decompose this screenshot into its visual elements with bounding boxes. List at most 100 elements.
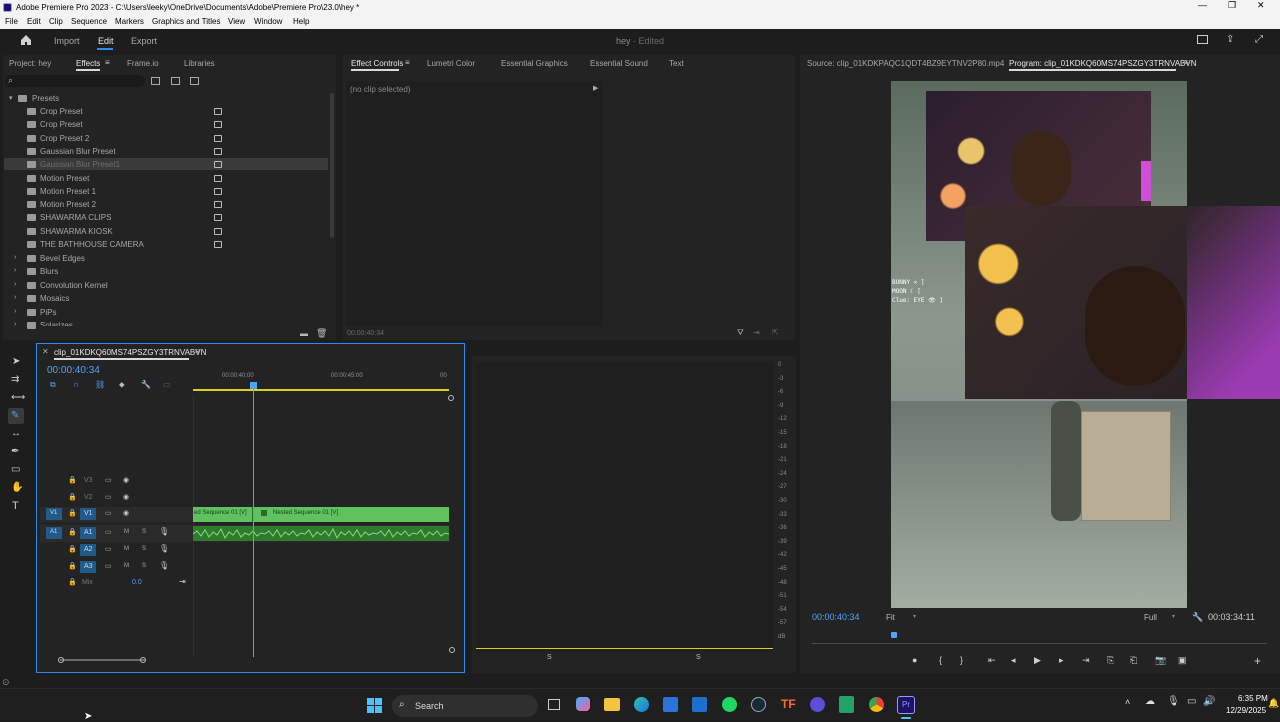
- lift-icon[interactable]: ⎘: [1107, 655, 1114, 666]
- lock-icon[interactable]: 🔒: [68, 476, 77, 484]
- trash-icon[interactable]: 🗑: [316, 328, 327, 339]
- lock-icon[interactable]: 🔒: [68, 493, 77, 501]
- comparison-view-icon[interactable]: ▣: [1178, 655, 1187, 666]
- step-back-icon[interactable]: ◂: [1011, 655, 1016, 666]
- go-to-out-icon[interactable]: ⇥: [1082, 655, 1090, 666]
- timeline-close-icon[interactable]: ✕: [42, 347, 49, 356]
- tab-effect-controls[interactable]: Effect Controls: [351, 59, 403, 68]
- premiere-taskbar-icon[interactable]: Pr: [897, 696, 915, 714]
- vertical-zoom-handle[interactable]: [449, 647, 455, 653]
- slip-tool-icon[interactable]: ↔: [11, 428, 21, 439]
- chrome-icon[interactable]: [869, 697, 884, 712]
- file-explorer-icon[interactable]: [604, 698, 620, 711]
- preset-item[interactable]: Crop Preset 2: [40, 134, 89, 143]
- solo-button[interactable]: S: [142, 563, 146, 569]
- track-label-v1[interactable]: V1: [84, 510, 93, 517]
- lock-icon[interactable]: 🔒: [68, 509, 77, 517]
- preset-item[interactable]: Gaussian Blur Preset1: [40, 160, 120, 169]
- mute-button[interactable]: M: [124, 546, 129, 552]
- lock-icon[interactable]: 🔒: [68, 545, 77, 553]
- track-label-a3[interactable]: A3: [84, 563, 93, 570]
- razor-tool-icon[interactable]: ✎: [11, 410, 19, 421]
- effect-folder-item[interactable]: Solarizes: [40, 321, 73, 326]
- timeline-zoom-scrollbar[interactable]: [60, 659, 145, 661]
- volume-icon[interactable]: 🔊: [1203, 696, 1215, 707]
- close-button[interactable]: ✕: [1257, 0, 1265, 11]
- mark-out-icon[interactable]: }: [960, 655, 963, 665]
- tab-essential-graphics[interactable]: Essential Graphics: [501, 59, 568, 68]
- microphone-icon[interactable]: 🎙: [159, 544, 169, 553]
- timeline-playhead-head[interactable]: [250, 382, 257, 389]
- pen-tool-icon[interactable]: ✒: [11, 446, 19, 457]
- notification-bell-icon[interactable]: 🔔: [1268, 698, 1279, 709]
- program-timecode[interactable]: 00:00:40:34: [812, 612, 860, 622]
- timeline-tab[interactable]: clip_01KDKQ60MS74PSZGY3TRNVABVN: [54, 348, 206, 357]
- taskbar-search[interactable]: ⌕ Search: [392, 695, 538, 717]
- program-scrub-bar[interactable]: [812, 643, 1267, 644]
- zoom-handle-right[interactable]: [140, 657, 146, 663]
- sync-icon[interactable]: ▭: [105, 509, 112, 517]
- copilot-icon[interactable]: [576, 697, 590, 711]
- tab-lumetri[interactable]: Lumetri Color: [427, 59, 475, 68]
- linked-selection-icon[interactable]: ⛓: [95, 380, 105, 389]
- eye-icon[interactable]: ◉: [123, 476, 129, 484]
- wrench-icon[interactable]: 🔧: [1192, 612, 1203, 623]
- export-frame-icon[interactable]: 📷: [1155, 655, 1166, 666]
- eye-icon[interactable]: ◉: [123, 509, 129, 517]
- selection-tool-icon[interactable]: ➤: [12, 356, 20, 367]
- vpn-icon[interactable]: [810, 697, 825, 712]
- start-button[interactable]: [367, 698, 382, 713]
- effect-folder-item[interactable]: Bevel Edges: [40, 254, 85, 263]
- preset-item[interactable]: Motion Preset 2: [40, 200, 96, 209]
- go-to-end-icon[interactable]: ⇥: [179, 577, 186, 586]
- chevron-right-icon[interactable]: ›: [14, 281, 16, 288]
- expand-icon[interactable]: ⇱: [772, 328, 779, 337]
- fit-dropdown[interactable]: Fit: [886, 613, 895, 622]
- effect-controls-menu-icon[interactable]: ≡: [405, 58, 410, 67]
- preset-item[interactable]: Crop Preset: [40, 120, 83, 129]
- step-forward-icon[interactable]: ▸: [1059, 655, 1064, 666]
- eye-icon[interactable]: ◉: [123, 493, 129, 501]
- snap-icon[interactable]: ∩: [73, 380, 79, 389]
- type-tool-icon[interactable]: T: [12, 500, 19, 512]
- video-clip-a[interactable]: ed Sequence 01 [V]: [193, 507, 253, 522]
- chevron-right-icon[interactable]: ›: [14, 294, 16, 301]
- clock-time[interactable]: 6:35 PM: [1238, 694, 1268, 703]
- program-menu-icon[interactable]: ≡: [1184, 58, 1189, 67]
- steam-icon[interactable]: [751, 697, 766, 712]
- fullscreen-icon[interactable]: ⤢: [1255, 34, 1263, 45]
- store-icon[interactable]: [663, 697, 678, 712]
- quick-export-icon[interactable]: [1197, 35, 1208, 44]
- track-label-v2[interactable]: V2: [84, 494, 93, 501]
- chevron-right-icon[interactable]: ›: [14, 267, 16, 274]
- task-view-icon[interactable]: [548, 699, 560, 710]
- effect-folder-item[interactable]: Convolution Kernel: [40, 281, 108, 290]
- share-icon[interactable]: ⇪: [1226, 34, 1234, 45]
- sync-icon[interactable]: ▭: [105, 528, 112, 536]
- preset-item[interactable]: Motion Preset: [40, 174, 89, 183]
- extract-icon[interactable]: ⎗: [1130, 655, 1137, 666]
- mute-button[interactable]: M: [124, 529, 129, 535]
- sync-icon[interactable]: ▭: [105, 562, 112, 570]
- timeline-settings-icon[interactable]: 🔧: [141, 380, 151, 389]
- program-playhead[interactable]: [891, 632, 897, 638]
- onedrive-icon[interactable]: ☁: [1145, 696, 1155, 707]
- display-icon[interactable]: ▭: [1187, 696, 1196, 707]
- edge-icon[interactable]: [634, 697, 649, 712]
- chevron-right-icon[interactable]: ›: [14, 321, 16, 328]
- microphone-icon[interactable]: 🎙: [159, 561, 169, 570]
- solo-button[interactable]: S: [142, 546, 146, 552]
- video-clip-b[interactable]: Nested Sequence 01 [V]: [254, 507, 449, 522]
- tab-text[interactable]: Text: [669, 59, 684, 68]
- track-label-v3[interactable]: V3: [84, 477, 93, 484]
- spotify-icon[interactable]: [722, 697, 737, 712]
- marker-icon[interactable]: ●: [912, 655, 917, 665]
- sheets-icon[interactable]: [839, 696, 854, 713]
- meter-channel-left-label[interactable]: S: [547, 654, 552, 661]
- export-icon[interactable]: ⇥: [753, 328, 760, 337]
- audio-clip[interactable]: [192, 526, 450, 541]
- source-tab[interactable]: Source: clip_01KDKPAQC1QDT4BZ9EYTNV2P80.…: [807, 59, 1004, 68]
- add-marker-icon[interactable]: ⬥: [119, 380, 125, 390]
- rectangle-tool-icon[interactable]: ▭: [11, 464, 20, 475]
- effect-folder-item[interactable]: PiPs: [40, 308, 56, 317]
